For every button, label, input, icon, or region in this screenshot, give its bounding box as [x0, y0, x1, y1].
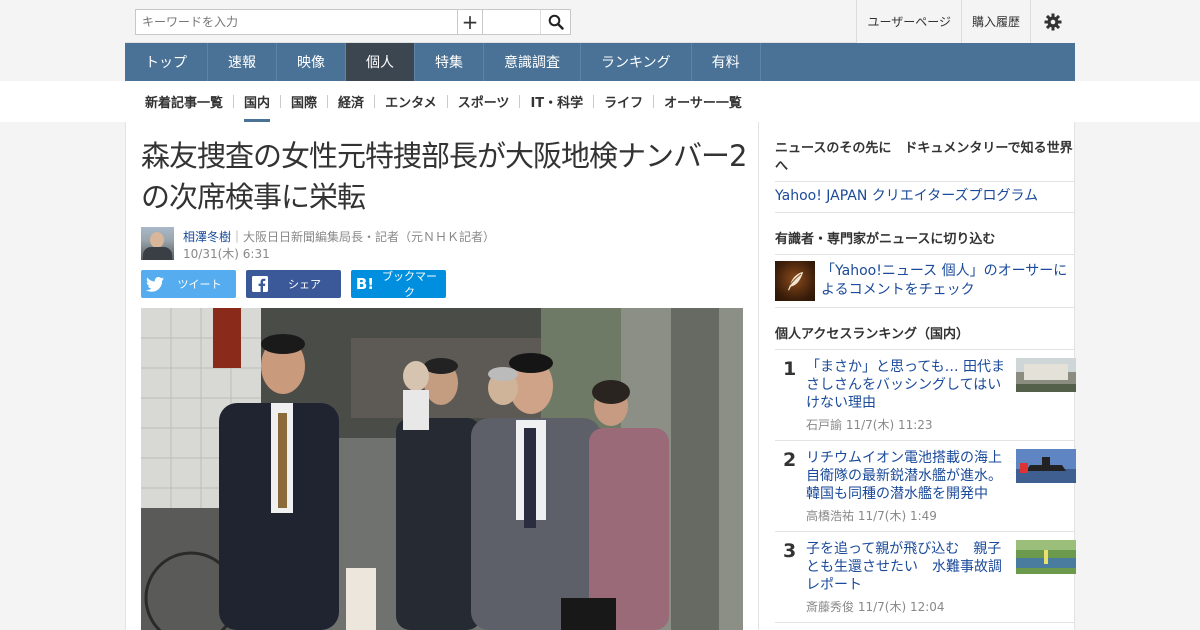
subnav-latest[interactable]: 新着記事一覧	[135, 81, 233, 122]
author-byline: 相澤冬樹｜大阪日日新聞編集局長・記者（元ＮＨＫ記者）	[183, 228, 495, 245]
expert-comment-link[interactable]: 「Yahoo!ニュース 個人」のオーサーによるコメントをチェック	[821, 262, 1071, 300]
nav-survey[interactable]: 意識調査	[484, 43, 581, 81]
content-area: 森友捜査の女性元特捜部長が大阪地検ナンバー2の次席検事に栄転 相澤冬樹｜大阪日日…	[125, 122, 1076, 630]
purchase-history-link[interactable]: 購入履歴	[960, 0, 1030, 43]
ranking-title-link[interactable]: リチウムイオン電池搭載の海上自衛隊の最新鋭潜水艦が進水。韓国も同種の潜水艦を開発…	[806, 449, 1006, 503]
article: 森友捜査の女性元特捜部長が大阪地検ナンバー2の次席検事に栄転 相澤冬樹｜大阪日日…	[126, 122, 759, 630]
settings-button[interactable]	[1030, 0, 1075, 43]
nav-breaking[interactable]: 速報	[208, 43, 277, 81]
search-icon	[548, 14, 564, 30]
ranking-thumbnail[interactable]	[1016, 358, 1076, 392]
gear-icon	[1044, 13, 1062, 30]
divider	[775, 181, 1075, 182]
ranking-author: 石戸諭	[806, 418, 843, 432]
subnav-sports[interactable]: スポーツ	[448, 81, 520, 122]
article-photo[interactable]	[141, 308, 743, 630]
facebook-icon	[252, 276, 268, 292]
ranking-date: 11/7(木) 11:23	[845, 418, 933, 432]
article-title: 森友捜査の女性元特捜部長が大阪地検ナンバー2の次席検事に栄転	[141, 139, 747, 214]
hatena-bookmark-button[interactable]: B! ブックマーク	[351, 270, 446, 299]
divider	[775, 622, 1075, 623]
ranking-title-link[interactable]: 「まさか」と思っても… 田代まさしさんをバッシングしてはいけない理由	[806, 358, 1006, 412]
twitter-icon	[146, 276, 164, 292]
ranking-meta: 斎藤秀俊 11/7(木) 12:04	[806, 598, 945, 615]
ranking-date: 11/7(木) 12:04	[857, 600, 945, 614]
ranking-meta: 高橋浩祐 11/7(木) 1:49	[806, 507, 937, 524]
share-label: シェア	[288, 278, 321, 291]
subnav-entertainment[interactable]: エンタメ	[375, 81, 447, 122]
nav-individual[interactable]: 個人	[346, 43, 415, 81]
nav-paid[interactable]: 有料	[692, 43, 761, 81]
divider	[775, 349, 1075, 350]
search-box	[135, 9, 571, 35]
publish-date: 10/31(木) 6:31	[183, 247, 270, 261]
documentary-heading: ニュースのその先に ドキュメンタリーで知る世界へ	[775, 141, 1073, 174]
author-title: ｜大阪日日新聞編集局長・記者（元ＮＨＫ記者）	[231, 230, 496, 244]
sidebar: ニュースのその先に ドキュメンタリーで知る世界へ Yahoo! JAPAN クリ…	[760, 122, 1076, 630]
rank-number: 1	[783, 358, 797, 380]
divider	[775, 212, 1075, 213]
subnav-authors[interactable]: オーサー一覧	[654, 81, 752, 122]
nav-ranking[interactable]: ランキング	[581, 43, 692, 81]
user-page-link[interactable]: ユーザーページ	[856, 0, 961, 43]
subnav-economy[interactable]: 経済	[328, 81, 374, 122]
subnav-it-science[interactable]: IT・科学	[520, 81, 593, 122]
ranking-meta: 石戸諭 11/7(木) 11:23	[806, 416, 933, 433]
top-links: ユーザーページ 購入履歴	[856, 0, 1075, 43]
search-input[interactable]	[136, 10, 418, 34]
plus-icon: +	[461, 10, 479, 34]
ranking-author: 高橋浩祐	[806, 509, 855, 523]
subnav-international[interactable]: 国際	[281, 81, 327, 122]
nav-top[interactable]: トップ	[125, 43, 208, 81]
sub-nav: 新着記事一覧 国内 国際 経済 エンタメ スポーツ IT・科学 ライフ オーサー…	[125, 81, 1075, 122]
article-photo-image	[141, 308, 743, 630]
tweet-label: ツイート	[177, 278, 222, 291]
tweet-button[interactable]: ツイート	[141, 270, 236, 298]
facebook-share-button[interactable]: シェア	[246, 270, 341, 298]
ranking-heading: 個人アクセスランキング（国内）	[775, 327, 969, 342]
nav-video[interactable]: 映像	[277, 43, 346, 81]
ranking-date: 11/7(木) 1:49	[857, 509, 937, 523]
ranking-thumbnail[interactable]	[1016, 449, 1076, 483]
rank-number: 3	[783, 540, 797, 562]
author-avatar[interactable]	[141, 227, 174, 260]
expert-heading: 有識者・専門家がニュースに切り込む	[775, 232, 996, 247]
divider	[775, 531, 1075, 532]
divider	[775, 440, 1075, 441]
hatena-bookmark-icon: B!	[355, 275, 375, 293]
ranking-thumbnail[interactable]	[1016, 540, 1076, 574]
top-bar: + ユーザーページ 購入履歴	[125, 0, 1075, 43]
main-nav: トップ 速報 映像 個人 特集 意識調査 ランキング 有料	[125, 43, 1075, 81]
divider	[775, 254, 1075, 255]
divider	[775, 307, 1075, 308]
subnav-domestic[interactable]: 国内	[234, 81, 280, 122]
author-name[interactable]: 相澤冬樹	[183, 230, 231, 244]
ranking-title-link[interactable]: 子を追って親が飛び込む 親子とも生還させたい 水難事故調レポート	[806, 540, 1006, 594]
rank-number: 2	[783, 449, 797, 471]
ranking-author: 斎藤秀俊	[806, 600, 855, 614]
creators-program-link[interactable]: Yahoo! JAPAN クリエイターズプログラム	[775, 187, 1075, 205]
subnav-life[interactable]: ライフ	[594, 81, 653, 122]
nav-feature[interactable]: 特集	[415, 43, 484, 81]
add-button[interactable]: +	[457, 9, 483, 35]
quill-pen-icon[interactable]	[775, 261, 815, 301]
search-button[interactable]	[540, 10, 570, 34]
bookmark-label: ブックマーク	[382, 270, 437, 299]
